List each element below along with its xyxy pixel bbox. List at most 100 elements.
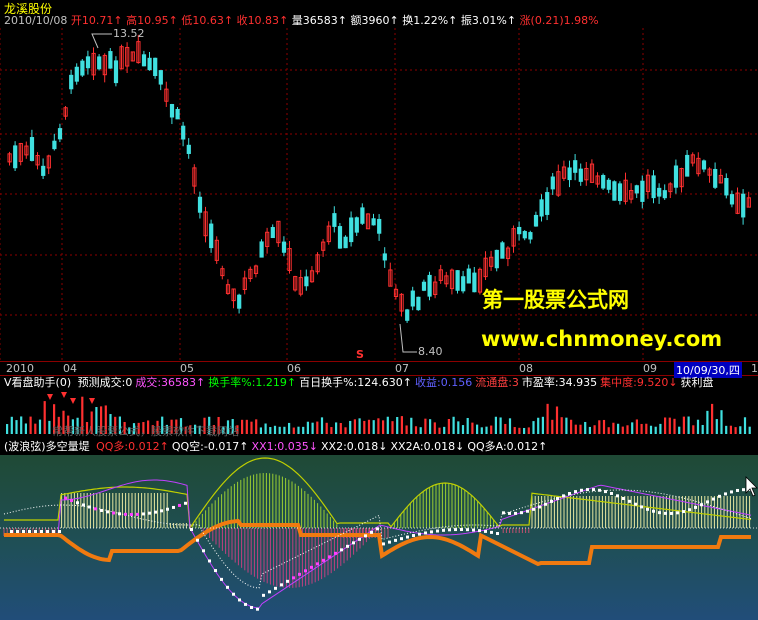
candle-body [74, 66, 79, 82]
candle-body [573, 160, 578, 173]
volume-bar [339, 423, 342, 434]
signal-dot [340, 548, 343, 552]
signal-dot [670, 511, 673, 515]
watermark-url: www.chnmoney.com [481, 327, 722, 351]
volume-bar [372, 420, 375, 434]
candle-body [427, 274, 432, 297]
signal-dot [472, 528, 475, 532]
candle-body [494, 249, 499, 269]
signal-dot [142, 512, 145, 516]
volume-bar [405, 425, 408, 434]
volume-bar [598, 420, 601, 434]
candle-body [517, 226, 522, 235]
indicator-panel-title[interactable]: (波浪弦)多空量堤 [4, 440, 90, 453]
volume-bar [654, 426, 657, 434]
signal-dot [658, 511, 661, 515]
volume-bar [316, 421, 319, 434]
signal-dot [286, 579, 289, 583]
signal-dot [172, 505, 175, 509]
signal-dot [388, 540, 391, 544]
volume-bar [664, 417, 667, 434]
volume-bar [382, 420, 385, 434]
time-label-09: 09 [643, 362, 657, 375]
signal-dot [322, 558, 325, 562]
signal-dot [256, 607, 259, 611]
time-label-06: 06 [287, 362, 301, 375]
candle-body [578, 168, 583, 182]
signal-dot [430, 530, 433, 534]
signal-dot [736, 488, 739, 492]
candle-body [701, 160, 707, 170]
volume-panel-header: V看盘助手(0) 预测成交:0 成交:36583↑ 换手率%:1.219↑ 百日换手%… [4, 376, 714, 390]
signal-dot [178, 503, 181, 507]
vol-item: 流通盘:3 [475, 376, 519, 389]
candle-body [147, 57, 152, 71]
volume-panel-title[interactable]: V看盘助手(0) [4, 376, 71, 389]
volume-bar [43, 401, 46, 434]
signal-dot [250, 605, 253, 609]
candle-body [175, 108, 180, 120]
volume-bar [626, 425, 629, 434]
up-arrow-icon: ↑ [506, 14, 517, 27]
candle-body [113, 60, 119, 84]
signal-dot [712, 497, 715, 501]
candle-body [337, 226, 343, 249]
signal-dot [238, 598, 241, 602]
candle-body [472, 272, 477, 293]
volume-bar [720, 410, 723, 434]
candle-body [724, 178, 729, 196]
candle-body [466, 268, 471, 284]
time-label-07: 07 [395, 362, 409, 375]
volume-arrows [47, 392, 95, 404]
signal-dot [124, 512, 127, 516]
time-label-08: 08 [519, 362, 533, 375]
candle-body [522, 231, 527, 239]
volume-bar [396, 416, 399, 434]
volume-bar [377, 418, 380, 434]
candle-body [97, 56, 102, 70]
volume-bar [476, 424, 479, 434]
ind-item: XX1:0.035↓ [251, 440, 319, 453]
volume-bar [687, 416, 690, 434]
signal-dot [346, 544, 349, 548]
volume-bar [38, 419, 42, 434]
candle-body [13, 145, 18, 169]
volume-bar [386, 416, 389, 434]
candle-body [52, 140, 57, 150]
down-arrow-icon [70, 398, 76, 404]
volume-chart[interactable]: 常帮新人股票公式，股票软件下载网站 [0, 390, 758, 438]
signal-dot [622, 496, 625, 500]
volume-bar [311, 422, 314, 434]
signal-dot [82, 503, 85, 507]
volume-bar [612, 422, 615, 434]
signal-dot [70, 498, 73, 502]
volume-bar [584, 421, 587, 434]
signal-dot [232, 592, 235, 596]
candle-body [729, 194, 735, 205]
signal-dot [700, 503, 703, 507]
vol-item: 成交:36583↑ [135, 376, 206, 389]
volume-bar [494, 416, 497, 434]
volume-bar [457, 421, 460, 434]
volume-bar [297, 426, 300, 434]
signal-dot [550, 499, 553, 503]
volume-bar [48, 420, 51, 434]
price-chart[interactable]: 13.52 8.40 S 第一股票公式网 www.chnmoney.com [0, 28, 758, 361]
down-arrow-icon [47, 394, 53, 400]
volume-bar [443, 426, 446, 434]
signal-dot [730, 490, 733, 494]
signal-dot [28, 530, 31, 533]
volume-bar [250, 421, 253, 434]
volume-bar [391, 421, 394, 434]
signal-dot [118, 512, 121, 516]
signal-dot [310, 565, 313, 569]
low-label: 低 [181, 14, 193, 27]
volume-bar [617, 423, 620, 434]
volume-bar [20, 416, 23, 434]
indicator-chart[interactable] [0, 455, 758, 620]
signal-dot [22, 530, 25, 533]
signal-dot [544, 502, 547, 506]
candle-body [354, 217, 359, 233]
signal-dot [484, 529, 487, 533]
signal-dot [742, 488, 745, 492]
